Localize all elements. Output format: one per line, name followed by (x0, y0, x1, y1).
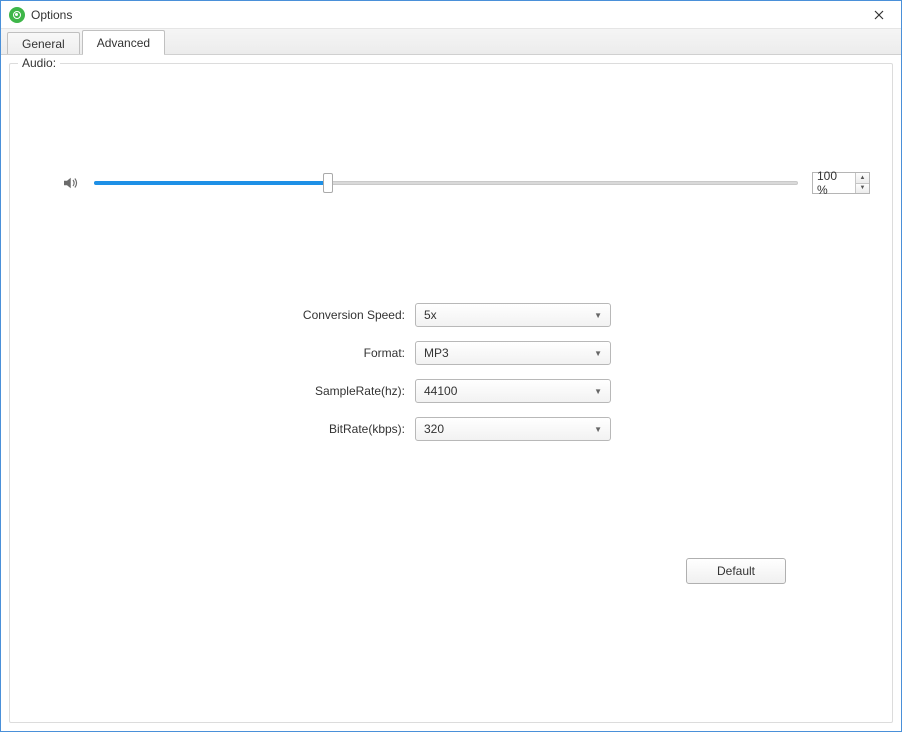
tab-bar: General Advanced (1, 29, 901, 55)
sample-rate-row: SampleRate(hz): 44100 ▼ (10, 378, 892, 404)
tab-general[interactable]: General (7, 32, 80, 54)
settings-form: Conversion Speed: 5x ▼ Format: MP3 ▼ Sam… (10, 302, 892, 454)
slider-fill (94, 181, 328, 185)
bit-rate-row: BitRate(kbps): 320 ▼ (10, 416, 892, 442)
volume-row: 100 % ▲ ▼ (60, 172, 870, 194)
bit-rate-select[interactable]: 320 ▼ (415, 417, 611, 441)
format-label: Format: (10, 346, 415, 360)
spinner-down-button[interactable]: ▼ (856, 184, 869, 194)
format-row: Format: MP3 ▼ (10, 340, 892, 366)
sample-rate-label: SampleRate(hz): (10, 384, 415, 398)
conversion-speed-label: Conversion Speed: (10, 308, 415, 322)
default-button[interactable]: Default (686, 558, 786, 584)
bit-rate-label: BitRate(kbps): (10, 422, 415, 436)
bit-rate-value: 320 (424, 422, 594, 436)
format-select[interactable]: MP3 ▼ (415, 341, 611, 365)
chevron-down-icon: ▼ (594, 425, 602, 434)
close-button[interactable] (865, 1, 893, 29)
speaker-icon (60, 173, 80, 193)
audio-group: Audio: 100 % ▲ (9, 63, 893, 723)
slider-thumb[interactable] (323, 173, 333, 193)
chevron-down-icon: ▼ (594, 387, 602, 396)
chevron-down-icon: ▼ (594, 349, 602, 358)
volume-value: 100 % (813, 169, 855, 197)
window-title: Options (31, 8, 865, 22)
volume-spinner[interactable]: 100 % ▲ ▼ (812, 172, 870, 194)
tab-advanced[interactable]: Advanced (82, 30, 165, 54)
default-row: Default (10, 558, 892, 584)
format-value: MP3 (424, 346, 594, 360)
audio-group-label: Audio: (18, 56, 60, 70)
options-window: Options General Advanced Audio: (0, 0, 902, 732)
conversion-speed-select[interactable]: 5x ▼ (415, 303, 611, 327)
conversion-speed-row: Conversion Speed: 5x ▼ (10, 302, 892, 328)
app-icon (9, 7, 25, 23)
volume-slider[interactable] (94, 173, 798, 193)
content-area: Audio: 100 % ▲ (1, 55, 901, 731)
sample-rate-value: 44100 (424, 384, 594, 398)
chevron-down-icon: ▼ (594, 311, 602, 320)
spinner-buttons: ▲ ▼ (855, 173, 869, 193)
sample-rate-select[interactable]: 44100 ▼ (415, 379, 611, 403)
conversion-speed-value: 5x (424, 308, 594, 322)
spinner-up-button[interactable]: ▲ (856, 173, 869, 184)
titlebar: Options (1, 1, 901, 29)
